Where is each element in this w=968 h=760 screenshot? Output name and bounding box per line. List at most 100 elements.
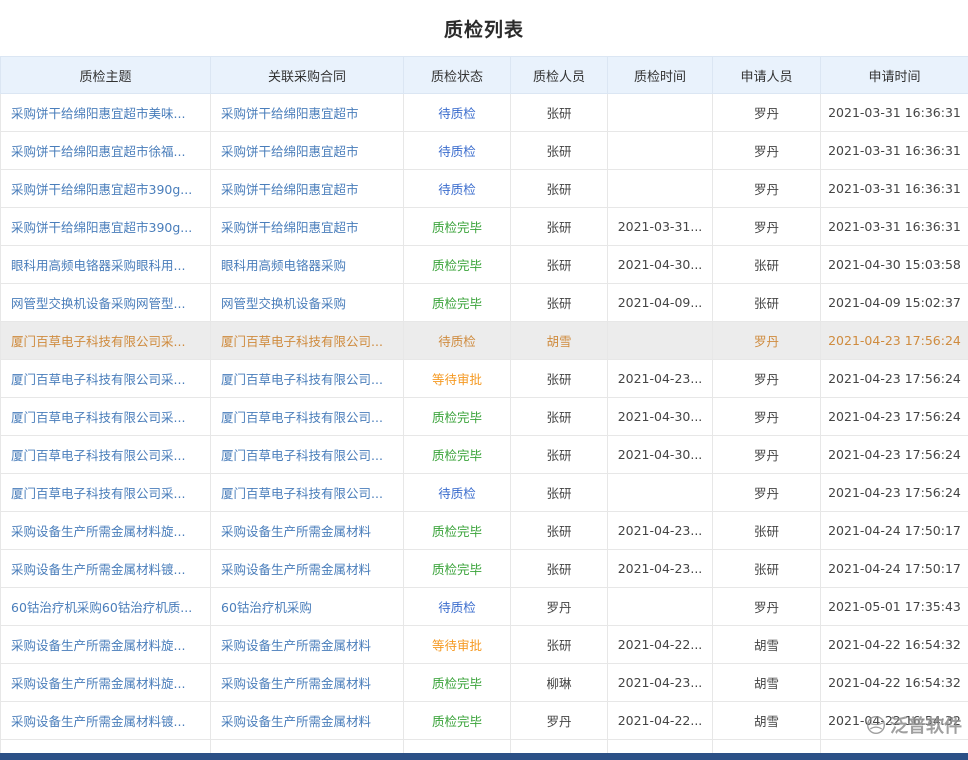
contract-link[interactable]: 厦门百草电子科技有限公司...	[221, 486, 383, 501]
contract-link[interactable]: 采购设备生产所需金属材料	[221, 676, 371, 691]
applicant-name: 张研	[713, 284, 821, 322]
inspect-time: 2021-04-23...	[608, 512, 713, 550]
table-cell: 厦门百草电子科技有限公司...	[211, 322, 404, 360]
table-row[interactable]: 60钴治疗机采购60钴治疗机质...60钴治疗机采购待质检罗丹罗丹2021-05…	[1, 588, 968, 626]
table-row[interactable]: 采购设备生产所需金属材料旋...采购设备生产所需金属材料质检完毕柳琳2021-0…	[1, 664, 968, 702]
table-row[interactable]: 采购设备生产所需金属材料镀...采购设备生产所需金属材料质检完毕罗丹2021-0…	[1, 702, 968, 740]
status-text: 质检完毕	[404, 398, 511, 436]
inspector-name: 张研	[511, 398, 608, 436]
table-cell: 厦门百草电子科技有限公司采...	[1, 474, 211, 512]
table-cell: 采购设备生产所需金属材料镀...	[1, 702, 211, 740]
contract-link[interactable]: 厦门百草电子科技有限公司...	[221, 448, 383, 463]
contract-link[interactable]: 采购设备生产所需金属材料	[221, 524, 371, 539]
table-row[interactable]: 厦门百草电子科技有限公司采...厦门百草电子科技有限公司...待质检张研罗丹20…	[1, 474, 968, 512]
inspect-time: 2021-04-09...	[608, 284, 713, 322]
table-row[interactable]: 厦门百草电子科技有限公司采... 厦门百草电子科技有限公司... 质检完毕张研202…	[1, 398, 968, 436]
contract-link[interactable]: 采购设备生产所需金属材料	[221, 562, 371, 577]
contract-link[interactable]: 采购饼干给绵阳惠宜超市	[221, 182, 359, 197]
col-header-applicant: 申请人员	[713, 57, 821, 94]
table-row[interactable]: 厦门百草电子科技有限公司采...厦门百草电子科技有限公司...等待审批张研202…	[1, 360, 968, 398]
applicant-name: 胡雪	[713, 702, 821, 740]
status-text: 待质检	[404, 132, 511, 170]
contract-link[interactable]: 60钴治疗机采购	[221, 600, 312, 615]
table-cell: 眼科用高频电铬器采购眼科用...	[1, 246, 211, 284]
col-header-contract: 关联采购合同	[211, 57, 404, 94]
table-cell: 采购饼干给绵阳惠宜超市徐福...	[1, 132, 211, 170]
contract-link[interactable]: 厦门百草电子科技有限公司...	[221, 372, 383, 387]
table-row[interactable]: 采购设备生产所需金属材料旋...采购设备生产所需金属材料等待审批张研2021-0…	[1, 626, 968, 664]
applicant-name: 罗丹	[713, 322, 821, 360]
inspection-subject-link[interactable]: 采购设备生产所需金属材料旋...	[11, 676, 185, 691]
table-cell: 采购设备生产所需金属材料	[211, 550, 404, 588]
table-row[interactable]: 采购饼干给绵阳惠宜超市徐福...采购饼干给绵阳惠宜超市待质检张研罗丹2021-0…	[1, 132, 968, 170]
contract-link[interactable]: 采购设备生产所需金属材料	[221, 638, 371, 653]
table-row[interactable]: 采购设备生产所需金属材料镀... 采购设备生产所需金属材料 质检完毕 张研2021-0…	[1, 550, 968, 588]
contract-link[interactable]: 厦门百草电子科技有限公司...	[221, 410, 383, 425]
contract-link[interactable]: 采购饼干给绵阳惠宜超市	[221, 144, 359, 159]
applicant-name: 胡雪	[713, 664, 821, 702]
inspection-subject-link[interactable]: 采购饼干给绵阳惠宜超市390g...	[11, 182, 192, 197]
inspection-subject-link[interactable]: 厦门百草电子科技有限公司采...	[11, 334, 185, 349]
table-row[interactable]: 网管型交换机设备采购网管型...网管型交换机设备采购质检完毕张研2021-04-…	[1, 284, 968, 322]
table-cell: 采购设备生产所需金属材料	[211, 664, 404, 702]
inspector-name: 张研	[511, 626, 608, 664]
table-cell: 厦门百草电子科技有限公司...	[211, 398, 404, 436]
inspection-subject-link[interactable]: 厦门百草电子科技有限公司采...	[11, 410, 185, 425]
status-text: 待质检	[404, 322, 511, 360]
inspection-subject-link[interactable]: 眼科用高频电铬器采购眼科用...	[11, 258, 185, 273]
status-text: 质检完毕	[404, 664, 511, 702]
inspection-subject-link[interactable]: 采购设备生产所需金属材料镀...	[11, 562, 185, 577]
table-cell: 厦门百草电子科技有限公司采...	[1, 360, 211, 398]
status-text: 等待审批	[404, 360, 511, 398]
applicant-name: 罗丹	[713, 474, 821, 512]
status-text: 质检完毕	[404, 550, 511, 588]
inspection-subject-link[interactable]: 采购饼干给绵阳惠宜超市美味...	[11, 106, 185, 121]
table-row[interactable]: 厦门百草电子科技有限公司采...厦门百草电子科技有限公司...质检完毕张研202…	[1, 436, 968, 474]
inspection-subject-link[interactable]: 采购设备生产所需金属材料旋...	[11, 524, 185, 539]
contract-link[interactable]: 采购饼干给绵阳惠宜超市	[221, 220, 359, 235]
contract-link[interactable]: 采购饼干给绵阳惠宜超市	[221, 106, 359, 121]
table-cell: 60钴治疗机采购	[211, 588, 404, 626]
inspect-time: 2021-04-30...	[608, 398, 713, 436]
status-text: 等待审批	[404, 626, 511, 664]
applicant-name: 罗丹	[713, 398, 821, 436]
table-row[interactable]: 采购饼干给绵阳惠宜超市390g...采购饼干给绵阳惠宜超市待质检张研罗丹2021…	[1, 170, 968, 208]
table-cell: 采购饼干给绵阳惠宜超市	[211, 94, 404, 132]
applicant-name: 张研	[713, 550, 821, 588]
table-row[interactable]: 眼科用高频电铬器采购眼科用...眼科用高频电铬器采购质检完毕张研2021-04-…	[1, 246, 968, 284]
inspect-time: 2021-04-23...	[608, 360, 713, 398]
contract-link[interactable]: 网管型交换机设备采购	[221, 296, 346, 311]
table-cell: 采购设备生产所需金属材料旋...	[1, 626, 211, 664]
inspection-subject-link[interactable]: 厦门百草电子科技有限公司采...	[11, 448, 185, 463]
status-text: 待质检	[404, 588, 511, 626]
inspection-subject-link[interactable]: 采购设备生产所需金属材料旋...	[11, 638, 185, 653]
quality-inspection-list-page: 质检列表 质检主题 关联采购合同 质检状态 质检人员 质检时间 申请人员 申请时…	[0, 0, 968, 760]
inspector-name: 张研	[511, 94, 608, 132]
table-cell: 采购设备生产所需金属材料	[211, 512, 404, 550]
table-cell: 厦门百草电子科技有限公司采...	[1, 398, 211, 436]
inspect-time	[608, 170, 713, 208]
table-cell: 采购饼干给绵阳惠宜超市美味...	[1, 94, 211, 132]
table-row[interactable]: 厦门百草电子科技有限公司采...厦门百草电子科技有限公司...待质检胡雪罗丹20…	[1, 322, 968, 360]
inspection-subject-link[interactable]: 网管型交换机设备采购网管型...	[11, 296, 185, 311]
inspector-name: 张研	[511, 246, 608, 284]
contract-link[interactable]: 厦门百草电子科技有限公司...	[221, 334, 383, 349]
inspect-time: 2021-03-31...	[608, 208, 713, 246]
footer-bar	[0, 753, 968, 760]
table-cell: 60钴治疗机采购60钴治疗机质...	[1, 588, 211, 626]
contract-link[interactable]: 眼科用高频电铬器采购	[221, 258, 346, 273]
inspection-subject-link[interactable]: 60钴治疗机采购60钴治疗机质...	[11, 600, 192, 615]
table-row[interactable]: 采购饼干给绵阳惠宜超市美味...采购饼干给绵阳惠宜超市待质检张研罗丹2021-0…	[1, 94, 968, 132]
table-row[interactable]: 采购饼干给绵阳惠宜超市390g...采购饼干给绵阳惠宜超市质检完毕张研2021-…	[1, 208, 968, 246]
table-cell: 厦门百草电子科技有限公司采...	[1, 322, 211, 360]
inspection-subject-link[interactable]: 采购饼干给绵阳惠宜超市390g...	[11, 220, 192, 235]
inspection-subject-link[interactable]: 采购设备生产所需金属材料镀...	[11, 714, 185, 729]
contract-link[interactable]: 采购设备生产所需金属材料	[221, 714, 371, 729]
inspection-subject-link[interactable]: 采购饼干给绵阳惠宜超市徐福...	[11, 144, 185, 159]
inspection-subject-link[interactable]: 厦门百草电子科技有限公司采...	[11, 372, 185, 387]
table-body: 采购饼干给绵阳惠宜超市美味...采购饼干给绵阳惠宜超市待质检张研罗丹2021-0…	[1, 94, 968, 760]
inspection-subject-link[interactable]: 厦门百草电子科技有限公司采...	[11, 486, 185, 501]
table-row[interactable]: 采购设备生产所需金属材料旋...采购设备生产所需金属材料质检完毕张研2021-0…	[1, 512, 968, 550]
applicant-name: 罗丹	[713, 360, 821, 398]
inspect-time: 2021-04-23...	[608, 550, 713, 588]
